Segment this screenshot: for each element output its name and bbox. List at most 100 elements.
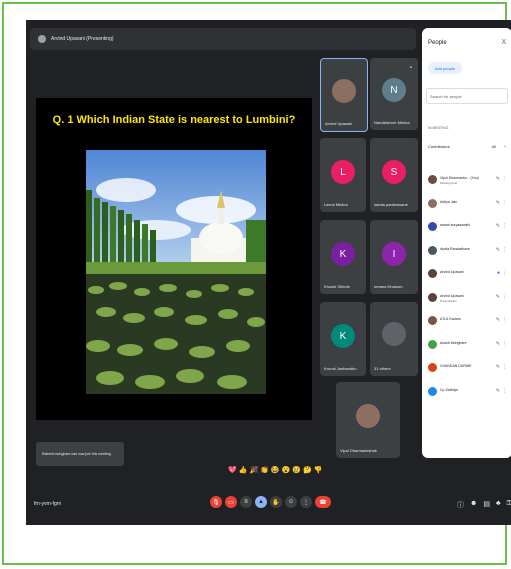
participant-list: Vipul Dharmanks... (You) Meeting host ✎ ⋮ A…: [428, 172, 508, 407]
tile-khushi-shinde[interactable]: K Khushi Shinde: [320, 220, 366, 294]
list-item[interactable]: ATUL Kadam ✎ ⋮: [428, 313, 508, 337]
list-item[interactable]: Cp Sabhiye ✎ ⋮: [428, 384, 508, 408]
camera-off-button[interactable]: ▭: [225, 496, 237, 508]
avatar: [428, 316, 437, 325]
tile-sarala-pardeswane[interactable]: S sarala pardeswane: [370, 138, 418, 212]
search-input[interactable]: Search for people: [426, 88, 508, 104]
list-item[interactable]: Arvind Upasani ● ⋮: [428, 266, 508, 290]
mic-off-icon: 𝄪: [409, 64, 412, 70]
tile-arvind-upasani[interactable]: Arvind Upasani: [320, 58, 368, 132]
tile-imrana-khatoon[interactable]: I Imrana Khatoon: [370, 220, 418, 294]
tile-name: Nandkishore Mishra: [374, 120, 410, 125]
list-item[interactable]: Arpita Randadhave ✎ ⋮: [428, 243, 508, 267]
mic-off-icon: ✎: [495, 340, 500, 347]
tile-name: Laxmi Mishra: [324, 202, 348, 207]
reaction-sad-icon[interactable]: 😢: [292, 466, 301, 474]
tile-name: sarala pardeswane: [374, 202, 408, 207]
tile-name: 31 others: [374, 366, 391, 371]
contributors-header[interactable]: Contributors 40 ^: [428, 144, 508, 149]
tile-nandkishore-mishra[interactable]: N 𝄪 Nandkishore Mishra: [370, 58, 418, 130]
contributors-count: 40: [491, 144, 496, 149]
avatar: [428, 175, 437, 184]
avatar: [428, 292, 437, 302]
more-icon[interactable]: ⋮: [502, 294, 507, 300]
more-icon[interactable]: ⋮: [502, 364, 507, 370]
list-item[interactable]: Arvind Upasani Presentation ✎ ⋮: [428, 290, 508, 314]
reaction-thinking-icon[interactable]: 🤔: [303, 466, 312, 474]
chat-icon[interactable]: ▤: [483, 500, 490, 510]
more-icon[interactable]: ⋮: [502, 247, 507, 253]
add-people-button[interactable]: Add people: [428, 62, 462, 74]
avatar: [428, 339, 437, 349]
avatar: K: [331, 324, 355, 348]
more-icon[interactable]: ⋮: [502, 317, 507, 323]
tile-krunal-janbandhu[interactable]: K Krunal Janbandhu: [320, 302, 366, 376]
activities-icon[interactable]: ♣: [496, 500, 501, 510]
avatar: [428, 386, 437, 396]
stupa-photo: [86, 150, 266, 394]
reaction-bar: 💖 👍 🎉 👏 😂 😮 😢 🤔 👎: [228, 466, 322, 474]
presenter-bar: Arvind Upasani (Presenting): [30, 28, 416, 50]
list-item[interactable]: Vipul Dharmanks... (You) Meeting host ✎ ⋮: [428, 172, 508, 196]
avatar: [356, 404, 380, 428]
avatar: K: [331, 242, 355, 266]
avatar: [332, 79, 356, 103]
presentation-slide: Q. 1 Which Indian State is nearest to Lu…: [36, 98, 312, 420]
lock-icon[interactable]: ⚿: [507, 500, 511, 510]
info-icon[interactable]: ⓘ: [457, 500, 464, 510]
avatar-stack: [382, 322, 406, 346]
raise-hand-button[interactable]: ✋: [270, 496, 282, 508]
more-options-button[interactable]: ⋮: [300, 496, 312, 508]
tile-name: Krunal Janbandhu: [324, 366, 357, 371]
list-item[interactable]: Avanti Mohghare ✎ ⋮: [428, 337, 508, 361]
panel-title: People: [428, 40, 447, 46]
more-icon[interactable]: ⋮: [502, 388, 507, 394]
people-icon[interactable]: ☻: [470, 500, 477, 510]
more-icon[interactable]: ⋮: [502, 270, 507, 276]
avatar: [428, 363, 437, 372]
tile-others[interactable]: 31 others: [370, 302, 418, 376]
reaction-thumbs-down-icon[interactable]: 👎: [314, 466, 323, 474]
list-item[interactable]: Aditya Jain ✎ ⋮: [428, 196, 508, 220]
tile-vipul-dharmankshak[interactable]: Vipul Dharmankshak: [336, 382, 400, 458]
more-icon[interactable]: ⋮: [502, 341, 507, 347]
mic-off-icon: ✎: [495, 246, 500, 253]
avatar: S: [382, 160, 406, 184]
more-icon[interactable]: ⋮: [502, 176, 507, 182]
list-item[interactable]: CHANDAN DURWE ✎ ⋮: [428, 360, 508, 384]
tile-name: Imrana Khatoon: [374, 284, 403, 289]
reaction-heart-icon[interactable]: 💖: [228, 466, 237, 474]
reaction-surprised-icon[interactable]: 😮: [282, 466, 291, 474]
speaking-icon: ●: [496, 270, 500, 276]
mic-off-button[interactable]: 🎙: [210, 496, 222, 508]
slide-question: Q. 1 Which Indian State is nearest to Lu…: [52, 114, 296, 126]
list-item[interactable]: anand suryawanshi ✎ ⋮: [428, 219, 508, 243]
tile-laxmi-mishra[interactable]: L Laxmi Mishra: [320, 138, 366, 212]
reaction-thumbs-up-icon[interactable]: 👍: [239, 466, 248, 474]
mic-off-icon: ✎: [495, 317, 500, 323]
presenter-label: Arvind Upasani (Presenting): [51, 36, 114, 42]
avatar: [428, 198, 437, 208]
present-button[interactable]: ▲: [255, 496, 267, 508]
tile-name: Vipul Dharmankshak: [340, 448, 377, 453]
tile-name: Khushi Shinde: [324, 284, 350, 289]
captions-button[interactable]: ≡: [240, 496, 252, 508]
present-icon: [38, 35, 46, 43]
reaction-laugh-icon[interactable]: 😂: [271, 466, 280, 474]
more-icon[interactable]: ⋮: [502, 223, 507, 229]
reaction-party-icon[interactable]: 🎉: [249, 466, 258, 474]
avatar: [428, 222, 437, 231]
reaction-clap-icon[interactable]: 👏: [260, 466, 269, 474]
end-call-button[interactable]: ☎: [315, 496, 331, 508]
emoji-button[interactable]: ☺: [285, 496, 297, 508]
mic-off-icon: ✎: [495, 223, 500, 229]
more-icon[interactable]: ⋮: [502, 200, 507, 206]
tile-name: Arvind Upasani: [325, 121, 353, 126]
avatar: [428, 245, 437, 255]
mic-off-icon: ✎: [495, 176, 500, 182]
control-bar: 🎙 ▭ ≡ ▲ ✋ ☺ ⋮ ☎: [210, 496, 331, 508]
meeting-code: frn-yvrn-fgrn: [34, 501, 62, 507]
close-icon[interactable]: X: [501, 39, 506, 46]
avatar: N: [382, 78, 406, 102]
avatar: L: [331, 160, 355, 184]
